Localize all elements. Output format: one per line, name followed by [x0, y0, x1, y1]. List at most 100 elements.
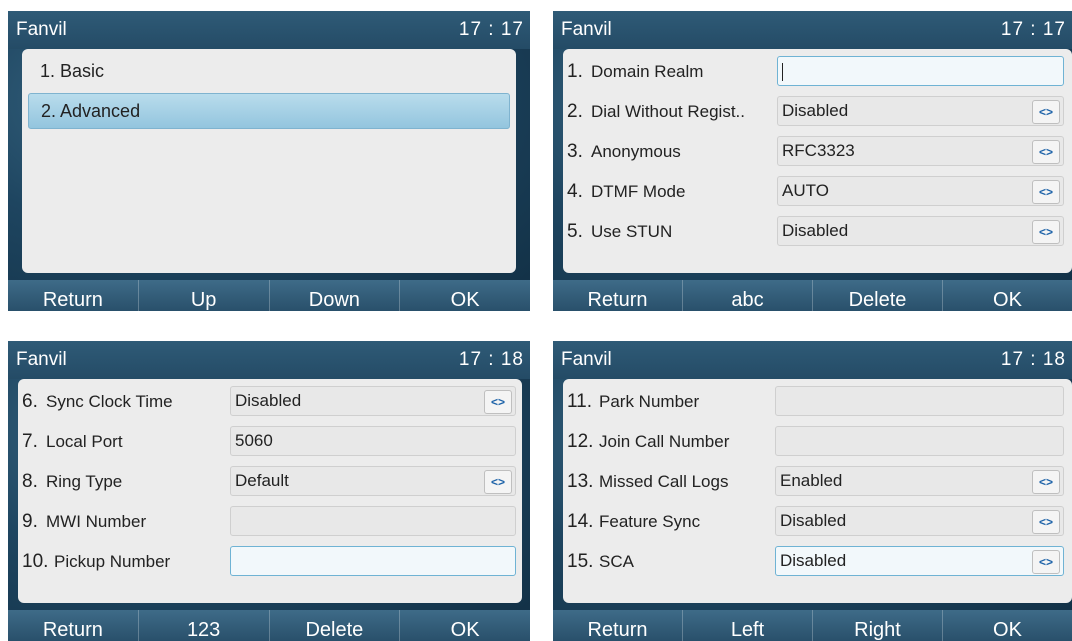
title-bar: Fanvil 17 : 18 [553, 341, 1072, 379]
field-value: Enabled [780, 471, 843, 490]
park-number-input[interactable] [775, 386, 1064, 416]
left-right-arrows-icon[interactable]: <> [1032, 180, 1060, 204]
missed-call-logs-select[interactable]: Enabled <> [775, 466, 1064, 496]
softkey-ok[interactable]: OK [943, 610, 1072, 641]
row-label: DTMF Mode [591, 182, 686, 201]
setting-row-join-call-number: 12. Join Call Number [563, 423, 1072, 461]
ring-type-select[interactable]: Default <> [230, 466, 516, 496]
left-right-arrows-icon[interactable]: <> [1032, 140, 1060, 164]
setting-row-local-port: 7. Local Port 5060 [18, 423, 522, 461]
left-right-arrows-icon[interactable]: <> [1032, 510, 1060, 534]
softkey-return[interactable]: Return [8, 610, 139, 641]
softkey-ok[interactable]: OK [943, 280, 1072, 311]
softkey-return[interactable]: Return [8, 280, 139, 311]
softkey-left[interactable]: Left [683, 610, 813, 641]
clock: 17 : 18 [1000, 349, 1066, 370]
text-cursor-icon [782, 62, 783, 81]
clock: 17 : 17 [1000, 19, 1066, 40]
sca-select[interactable]: Disabled <> [775, 546, 1064, 576]
row-number: 5. [567, 221, 583, 242]
left-right-arrows-icon[interactable]: <> [1032, 550, 1060, 574]
row-label: Ring Type [46, 472, 123, 491]
softkey-down[interactable]: Down [269, 280, 401, 311]
brand-label: Fanvil [561, 19, 612, 40]
row-label: MWI Number [46, 512, 147, 531]
setting-row-sca: 15. SCA Disabled <> [563, 543, 1072, 581]
softkey-ok[interactable]: OK [400, 280, 530, 311]
row-label: Missed Call Logs [599, 472, 729, 491]
field-value: Disabled [780, 511, 847, 530]
settings-panel: 6. Sync Clock Time Disabled <> 7. Local … [18, 379, 522, 603]
phone-screen-advanced-1: Fanvil 17 : 17 1. Domain Realm 2. Dial W… [553, 11, 1072, 311]
menu-item-advanced[interactable]: 2. Advanced [28, 93, 510, 129]
use-stun-select[interactable]: Disabled <> [777, 216, 1064, 246]
field-value: RFC3323 [782, 141, 855, 160]
softkey-123[interactable]: 123 [138, 610, 270, 641]
anonymous-select[interactable]: RFC3323 <> [777, 136, 1064, 166]
field-value: Default [235, 471, 289, 490]
row-number: 7. [22, 431, 38, 452]
setting-row-missed-call-logs: 13. Missed Call Logs Enabled <> [563, 463, 1072, 501]
row-label: Park Number [599, 392, 700, 411]
title-bar: Fanvil 17 : 18 [8, 341, 530, 379]
domain-realm-input[interactable] [777, 56, 1064, 86]
row-number: 14. [567, 511, 594, 532]
left-right-arrows-icon[interactable]: <> [1032, 470, 1060, 494]
field-value: 5060 [235, 431, 273, 450]
brand-label: Fanvil [561, 349, 612, 370]
settings-panel: 11. Park Number 12. Join Call Number 13.… [563, 379, 1072, 603]
setting-row-park-number: 11. Park Number [563, 383, 1072, 421]
title-bar: Fanvil 17 : 17 [553, 11, 1072, 49]
brand-label: Fanvil [16, 349, 67, 370]
field-value: Disabled [782, 221, 849, 240]
left-right-arrows-icon[interactable]: <> [484, 470, 512, 494]
row-number: 2. [567, 101, 583, 122]
row-number: 6. [22, 391, 38, 412]
local-port-input[interactable]: 5060 [230, 426, 516, 456]
row-number: 1. [567, 61, 583, 82]
setting-row-pickup-number: 10. Pickup Number [18, 543, 522, 581]
row-label: Sync Clock Time [46, 392, 173, 411]
setting-row-mwi-number: 9. MWI Number [18, 503, 522, 541]
setting-row-ring-type: 8. Ring Type Default <> [18, 463, 522, 501]
sync-clock-time-select[interactable]: Disabled <> [230, 386, 516, 416]
row-number: 8. [22, 471, 38, 492]
softkey-delete[interactable]: Delete [813, 280, 943, 311]
softkey-abc[interactable]: abc [683, 280, 813, 311]
settings-panel: 1. Domain Realm 2. Dial Without Regist..… [563, 49, 1072, 273]
left-right-arrows-icon[interactable]: <> [1032, 220, 1060, 244]
title-bar: Fanvil 17 : 17 [8, 11, 530, 49]
row-label: SCA [599, 552, 634, 571]
field-value: Disabled [780, 551, 847, 570]
field-value: Disabled [235, 391, 302, 410]
phone-screen-menu: Fanvil 17 : 17 1. Basic 2. Advanced Retu… [8, 11, 530, 311]
pickup-number-input[interactable] [230, 546, 516, 576]
brand-label: Fanvil [16, 19, 67, 40]
setting-row-sync-clock-time: 6. Sync Clock Time Disabled <> [18, 383, 522, 421]
left-right-arrows-icon[interactable]: <> [484, 390, 512, 414]
dial-without-register-select[interactable]: Disabled <> [777, 96, 1064, 126]
phone-screen-advanced-3: Fanvil 17 : 18 11. Park Number 12. Join … [553, 341, 1072, 641]
row-label: Use STUN [591, 222, 673, 241]
clock: 17 : 17 [458, 19, 524, 40]
menu-item-basic[interactable]: 1. Basic [28, 53, 510, 89]
join-call-number-input[interactable] [775, 426, 1064, 456]
softkey-delete[interactable]: Delete [269, 610, 401, 641]
dtmf-mode-select[interactable]: AUTO <> [777, 176, 1064, 206]
row-number: 13. [567, 471, 594, 492]
softkey-up[interactable]: Up [138, 280, 270, 311]
softkey-return[interactable]: Return [553, 280, 683, 311]
softkey-ok[interactable]: OK [400, 610, 530, 641]
row-number: 4. [567, 181, 583, 202]
softkey-right[interactable]: Right [813, 610, 943, 641]
left-right-arrows-icon[interactable]: <> [1032, 100, 1060, 124]
setting-row-use-stun: 5. Use STUN Disabled <> [563, 213, 1072, 251]
mwi-number-input[interactable] [230, 506, 516, 536]
feature-sync-select[interactable]: Disabled <> [775, 506, 1064, 536]
row-number: 3. [567, 141, 583, 162]
field-value: AUTO [782, 181, 829, 200]
setting-row-anonymous: 3. Anonymous RFC3323 <> [563, 133, 1072, 171]
softkey-return[interactable]: Return [553, 610, 683, 641]
setting-row-dtmf-mode: 4. DTMF Mode AUTO <> [563, 173, 1072, 211]
row-label: Pickup Number [54, 552, 171, 571]
